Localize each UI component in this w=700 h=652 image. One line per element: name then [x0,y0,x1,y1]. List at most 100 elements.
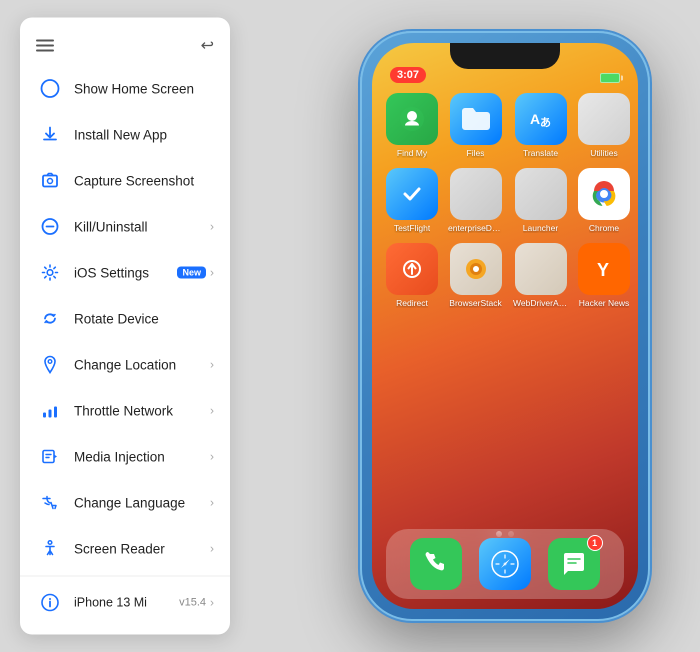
device-name: iPhone 13 Mi [74,596,177,610]
dock-app-messages[interactable]: 1 [548,538,600,590]
dock-app-phone[interactable] [410,538,462,590]
list-item[interactable]: Utilities [578,93,630,158]
dock-app-safari[interactable] [479,538,531,590]
throttle-network-label: Throttle Network [74,403,206,418]
sidebar-item-rotate-device[interactable]: Rotate Device [20,296,230,342]
chevron-icon: › [210,266,214,280]
home-icon [36,75,64,103]
download-icon [36,121,64,149]
list-item[interactable]: BrowserStack [448,243,503,308]
screenshot-icon [36,167,64,195]
sidebar-item-show-home[interactable]: Show Home Screen [20,66,230,112]
ios-settings-label: iOS Settings [74,265,172,280]
chevron-icon: › [210,404,214,418]
sidebar-divider [20,576,230,577]
list-item[interactable]: Files [448,93,503,158]
rotate-icon [36,305,64,333]
sidebar-item-screen-reader[interactable]: Screen Reader › [20,526,230,572]
list-item[interactable]: Y Hacker News [578,243,630,308]
app-icon-enterprise[interactable] [450,168,502,220]
battery-icon [600,73,620,83]
device-info[interactable]: iPhone 13 Mi v15.4 › [20,581,230,625]
kill-uninstall-label: Kill/Uninstall [74,219,206,234]
list-item[interactable]: Redirect [386,243,438,308]
app-label: Hacker News [579,298,630,308]
sidebar-header: ↩ [20,28,230,66]
language-icon [36,489,64,517]
list-item[interactable]: WebDriverAge... [513,243,568,308]
chevron-icon: › [210,450,214,464]
app-label: Redirect [396,298,428,308]
kill-icon [36,213,64,241]
change-language-label: Change Language [74,495,206,510]
sidebar-item-capture-screenshot[interactable]: Capture Screenshot [20,158,230,204]
capture-screenshot-label: Capture Screenshot [74,173,214,188]
app-label: enterpriseDum... [448,223,503,233]
sidebar-item-throttle-network[interactable]: Throttle Network › [20,388,230,434]
rotate-device-label: Rotate Device [74,311,214,326]
chevron-icon: › [210,496,214,510]
list-item[interactable]: Find My [386,93,438,158]
app-icon-webdriver[interactable] [515,243,567,295]
info-icon [36,589,64,617]
app-icon-launcher[interactable] [515,168,567,220]
phone-notch [450,43,560,69]
app-icon-testflight[interactable] [386,168,438,220]
hamburger-icon[interactable] [36,40,54,52]
app-icon-redirect[interactable] [386,243,438,295]
gear-icon [36,259,64,287]
app-label: Files [467,148,485,158]
svg-text:あ: あ [540,116,551,129]
status-right [600,73,620,83]
app-label: Utilities [590,148,617,158]
list-item[interactable]: enterpriseDum... [448,168,503,233]
signal-icon [36,397,64,425]
chevron-icon: › [210,220,214,234]
location-icon [36,351,64,379]
app-icon-utilities[interactable] [578,93,630,145]
app-icon-translate[interactable]: Aあ [515,93,567,145]
list-item[interactable]: Chrome [578,168,630,233]
dock: 1 [386,529,624,599]
app-label: Chrome [589,223,619,233]
sidebar-item-change-language[interactable]: Change Language › [20,480,230,526]
new-badge: New [177,267,206,279]
app-label: WebDriverAge... [513,298,568,308]
show-home-label: Show Home Screen [74,81,214,96]
accessibility-icon [36,535,64,563]
svg-text:A: A [530,111,540,127]
app-grid: Find My Files Aあ Translate [386,93,624,308]
screen-reader-label: Screen Reader [74,541,206,556]
app-label: Find My [397,148,427,158]
app-label: Launcher [523,223,558,233]
status-time: 3:07 [390,67,426,83]
app-label: BrowserStack [449,298,501,308]
media-injection-label: Media Injection [74,449,206,464]
sidebar-item-kill-uninstall[interactable]: Kill/Uninstall › [20,204,230,250]
app-icon-chrome[interactable] [578,168,630,220]
chevron-icon: › [210,542,214,556]
back-icon[interactable]: ↩ [201,36,214,56]
install-app-label: Install New App [74,127,214,142]
sidebar-item-ios-settings[interactable]: iOS Settings New › [20,250,230,296]
chevron-icon: › [210,358,214,372]
sidebar-item-media-injection[interactable]: Media Injection › [20,434,230,480]
chevron-icon: › [210,596,214,610]
sidebar: ↩ Show Home Screen Install New App [20,18,230,635]
media-icon [36,443,64,471]
app-icon-browserstack[interactable] [450,243,502,295]
list-item[interactable]: TestFlight [386,168,438,233]
app-label: Translate [523,148,558,158]
app-icon-files[interactable] [450,93,502,145]
phone-outer: 3:07 Find My Files [360,31,650,621]
sidebar-item-change-location[interactable]: Change Location › [20,342,230,388]
sidebar-item-install-app[interactable]: Install New App [20,112,230,158]
list-item[interactable]: Launcher [513,168,568,233]
device-version: v15.4 [179,597,206,609]
app-icon-findmy[interactable] [386,93,438,145]
list-item[interactable]: Aあ Translate [513,93,568,158]
app-icon-hackernews[interactable]: Y [578,243,630,295]
phone-screen: 3:07 Find My Files [372,43,638,609]
message-badge: 1 [587,535,603,551]
phone-container: 3:07 Find My Files [360,31,650,621]
